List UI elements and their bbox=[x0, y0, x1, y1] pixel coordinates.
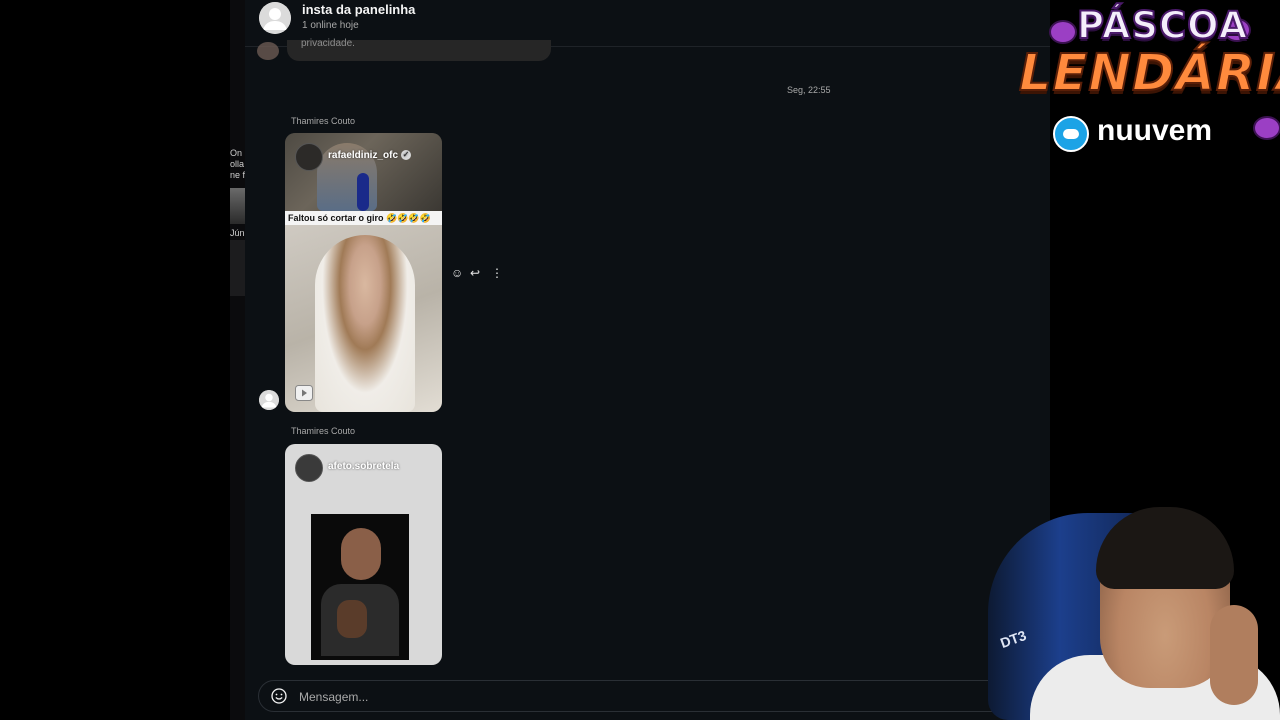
sender-avatar bbox=[257, 42, 279, 60]
reel-icon bbox=[295, 385, 313, 401]
reel-account-label: rafaeldiniz_ofc bbox=[328, 150, 399, 161]
microphone bbox=[357, 173, 369, 211]
user-icon bbox=[259, 2, 291, 34]
message-actions: ☺ ↩ ⋮ bbox=[451, 265, 507, 281]
more-options-icon[interactable]: ⋮ bbox=[491, 265, 503, 281]
left-black-margin bbox=[0, 0, 230, 720]
sidebar-fragment: Júni bbox=[230, 228, 245, 238]
shared-reel[interactable]: afeto.sobretela bbox=[285, 444, 442, 665]
shared-reel[interactable]: rafaeldiniz_ofc ✓ Faltou só cortar o giro… bbox=[285, 133, 442, 412]
verified-badge-icon: ✓ bbox=[401, 150, 412, 161]
sender-name: Thamires Couto bbox=[291, 426, 356, 436]
webcam-overlay: DT3 bbox=[980, 505, 1280, 720]
sidebar-strip: On olla ne fa Júni bbox=[230, 0, 245, 720]
coin-icon bbox=[1049, 20, 1077, 44]
reel-person bbox=[315, 235, 415, 412]
promo-title-line2: LENDÁRIA bbox=[1018, 43, 1280, 104]
streamer-hand bbox=[1210, 605, 1258, 705]
message-bubble[interactable]: privacidade. bbox=[287, 38, 551, 61]
message-composer bbox=[258, 680, 1050, 712]
message-input[interactable] bbox=[297, 687, 801, 707]
sidebar-scrollbar[interactable] bbox=[230, 240, 245, 296]
reel-account-name: afeto.sobretela bbox=[328, 461, 400, 472]
reel-account-avatar bbox=[295, 143, 323, 171]
reel-person bbox=[341, 528, 381, 580]
emoji-icon[interactable] bbox=[271, 688, 287, 704]
reel-thumbnail bbox=[311, 514, 409, 660]
reel-dog bbox=[337, 600, 367, 638]
brand-logo: nuuvem bbox=[1097, 114, 1213, 147]
chat-online-status: 1 online hoje bbox=[302, 20, 359, 31]
reel-caption: Faltou só cortar o giro 🤣🤣🤣🤣🤣 bbox=[285, 211, 442, 237]
cloud-icon bbox=[1053, 116, 1089, 152]
promo-title-line1: PÁSCOA bbox=[1076, 3, 1249, 48]
sidebar-fragment: olla bbox=[230, 159, 245, 169]
promo-banner: PÁSCOA LENDÁRIA nuuvem bbox=[1015, 0, 1280, 160]
react-icon[interactable]: ☺ bbox=[451, 265, 463, 281]
user-icon bbox=[259, 390, 279, 410]
date-separator: Seg, 22:55 bbox=[787, 85, 831, 95]
reel-account-avatar bbox=[295, 454, 323, 482]
reply-icon[interactable]: ↩ bbox=[470, 265, 480, 281]
sidebar-fragment: ne fa bbox=[230, 170, 245, 180]
message-text: privacidade. bbox=[301, 38, 355, 49]
sender-name: Thamires Couto bbox=[291, 116, 356, 126]
sender-avatar[interactable] bbox=[259, 390, 279, 410]
group-avatar[interactable] bbox=[259, 2, 291, 34]
sidebar-fragment: On bbox=[230, 148, 243, 158]
reel-thumbnail-bottom bbox=[285, 225, 442, 412]
sidebar-thumbnail[interactable] bbox=[230, 188, 245, 224]
reel-account-name: rafaeldiniz_ofc ✓ bbox=[328, 150, 412, 161]
chat-title[interactable]: insta da panelinha bbox=[302, 2, 415, 17]
chat-panel: insta da panelinha 1 online hoje privaci… bbox=[245, 0, 1050, 720]
coin-icon bbox=[1253, 116, 1280, 140]
